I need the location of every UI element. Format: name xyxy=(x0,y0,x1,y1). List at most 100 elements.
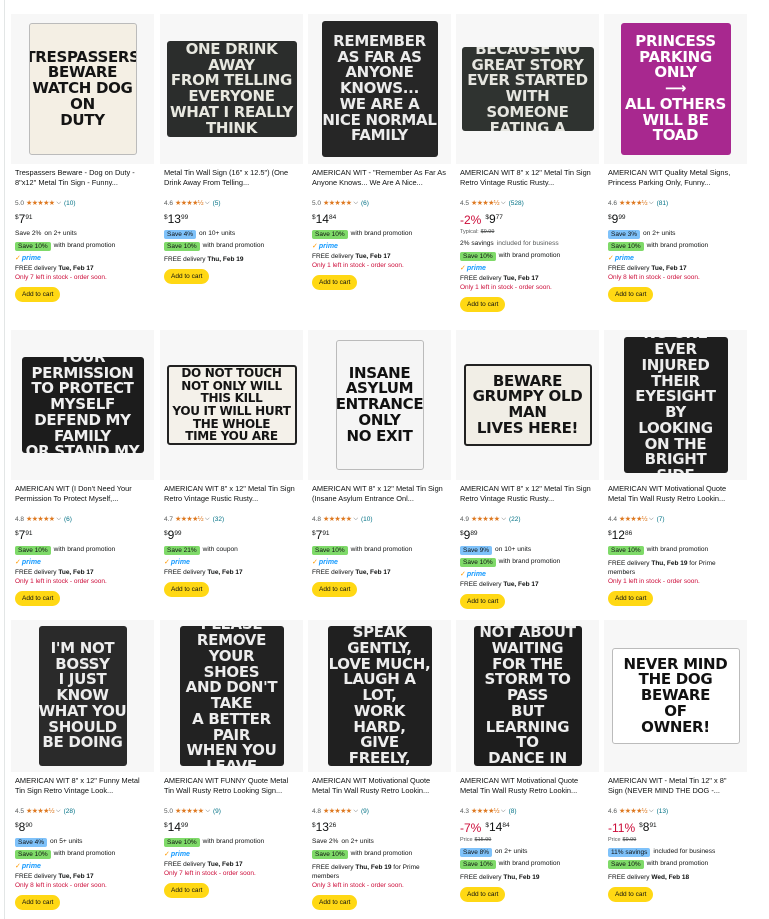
product-image[interactable]: DANGER DO NOT TOUCH NOT ONLY WILL THIS K… xyxy=(160,330,303,480)
price[interactable]: $9 99 xyxy=(608,213,743,227)
price[interactable]: -2% $9 77 xyxy=(460,213,595,228)
add-to-cart-button[interactable]: Add to cart xyxy=(164,269,210,284)
price[interactable]: $12 86 xyxy=(608,529,743,543)
price[interactable]: $13 26 xyxy=(312,821,447,835)
add-to-cart-button[interactable]: Add to cart xyxy=(460,594,506,609)
add-to-cart-button[interactable]: Add to cart xyxy=(15,287,61,302)
product-title-link[interactable]: AMERICAN WIT - Metal Tin 12" x 8" Sign (… xyxy=(608,776,743,806)
product-image[interactable]: BEWARE GRUMPY OLD MAN LIVES HERE! xyxy=(456,330,599,480)
review-count-link[interactable]: (9) xyxy=(361,807,369,816)
add-to-cart-button[interactable]: Add to cart xyxy=(460,297,506,312)
add-to-cart-button[interactable]: Add to cart xyxy=(312,895,358,910)
product-image[interactable]: PRINCESS PARKING ONLY ⟶ ALL OTHERS WILL … xyxy=(604,14,747,164)
chevron-down-icon[interactable]: ⌵ xyxy=(56,807,61,816)
star-icons[interactable]: ★★★★★ xyxy=(323,807,352,816)
chevron-down-icon[interactable]: ⌵ xyxy=(56,515,61,524)
review-count-link[interactable]: (5) xyxy=(213,199,221,208)
add-to-cart-button[interactable]: Add to cart xyxy=(460,887,506,902)
price[interactable]: -11% $8 91 xyxy=(608,821,743,836)
product-title-link[interactable]: AMERICAN WIT 8" x 12" Metal Tin Sign Ret… xyxy=(164,484,299,514)
star-icons[interactable]: ★★★★½ xyxy=(175,515,204,524)
add-to-cart-button[interactable]: Add to cart xyxy=(608,887,654,902)
product-title-link[interactable]: AMERICAN WIT 8" x 12" Metal Tin Sign Ret… xyxy=(460,168,595,198)
star-icons[interactable]: ★★★★★ xyxy=(175,807,204,816)
chevron-down-icon[interactable]: ⌵ xyxy=(205,515,210,524)
product-image[interactable]: I DON'T NEED YOUR PERMISSION TO PROTECT … xyxy=(11,330,154,480)
chevron-down-icon[interactable]: ⌵ xyxy=(501,199,506,208)
review-count-link[interactable]: (81) xyxy=(657,199,669,208)
product-image[interactable]: NEVER MIND THE DOG BEWARE OF OWNER! xyxy=(604,620,747,772)
add-to-cart-button[interactable]: Add to cart xyxy=(15,591,61,606)
add-to-cart-button[interactable]: Add to cart xyxy=(15,895,61,910)
star-icons[interactable]: ★★★★½ xyxy=(619,807,648,816)
chevron-down-icon[interactable]: ⌵ xyxy=(649,807,654,816)
product-title-link[interactable]: AMERICAN WIT - "Remember As Far As Anyon… xyxy=(312,168,447,198)
star-icons[interactable]: ★★★★½ xyxy=(619,199,648,208)
star-icons[interactable]: ★★★★½ xyxy=(26,807,55,816)
price[interactable]: $7 91 xyxy=(15,529,150,543)
star-icons[interactable]: ★★★★★ xyxy=(323,199,352,208)
star-icons[interactable]: ★★★★★ xyxy=(26,199,55,208)
product-title-link[interactable]: Metal Tin Wall Sign (16" x 12.5") (One D… xyxy=(164,168,299,198)
chevron-down-icon[interactable]: ⌵ xyxy=(353,515,358,524)
review-count-link[interactable]: (6) xyxy=(361,199,369,208)
product-title-link[interactable]: AMERICAN WIT 8" x 12" Metal Tin Sign (In… xyxy=(312,484,447,514)
add-to-cart-button[interactable]: Add to cart xyxy=(164,883,210,898)
add-to-cart-button[interactable]: Add to cart xyxy=(608,287,654,302)
product-image[interactable]: INSANE ASYLUM ENTRANCE ONLY NO EXIT xyxy=(308,330,451,480)
product-image[interactable]: LIFE IS NOT ABOUT WAITING FOR THE STORM … xyxy=(456,620,599,772)
price[interactable]: -7% $14 84 xyxy=(460,821,595,836)
product-title-link[interactable]: AMERICAN WIT FUNNY Quote Metal Tin Wall … xyxy=(164,776,299,806)
add-to-cart-button[interactable]: Add to cart xyxy=(312,275,358,290)
product-title-link[interactable]: AMERICAN WIT Quality Metal Signs, Prince… xyxy=(608,168,743,198)
product-title-link[interactable]: AMERICAN WIT Motivational Quote Metal Ti… xyxy=(460,776,595,806)
product-title-link[interactable]: AMERICAN WIT 8" x 12" Funny Metal Tin Si… xyxy=(15,776,150,806)
review-count-link[interactable]: (10) xyxy=(361,515,373,524)
product-title-link[interactable]: Trespassers Beware - Dog on Duty - 8"x12… xyxy=(15,168,150,198)
product-image[interactable]: ALCOHOL BECAUSE NO GREAT STORY EVER STAR… xyxy=(456,14,599,164)
chevron-down-icon[interactable]: ⌵ xyxy=(56,199,61,208)
chevron-down-icon[interactable]: ⌵ xyxy=(649,515,654,524)
price[interactable]: $9 89 xyxy=(460,529,595,543)
add-to-cart-button[interactable]: Add to cart xyxy=(608,591,654,606)
price[interactable]: $14 99 xyxy=(164,821,299,835)
review-count-link[interactable]: (32) xyxy=(213,515,225,524)
review-count-link[interactable]: (7) xyxy=(657,515,665,524)
chevron-down-icon[interactable]: ⌵ xyxy=(353,807,358,816)
star-icons[interactable]: ★★★★½ xyxy=(175,199,204,208)
review-count-link[interactable]: (13) xyxy=(657,807,669,816)
price[interactable]: $8 90 xyxy=(15,821,150,835)
review-count-link[interactable]: (28) xyxy=(64,807,76,816)
product-title-link[interactable]: AMERICAN WIT 8" x 12" Metal Tin Sign Ret… xyxy=(460,484,595,514)
review-count-link[interactable]: (8) xyxy=(509,807,517,816)
product-image[interactable]: TRESPASSERS BEWARE WATCH DOG ON DUTY xyxy=(11,14,154,164)
chevron-down-icon[interactable]: ⌵ xyxy=(501,807,506,816)
product-title-link[interactable]: AMERICAN WIT Motivational Quote Metal Ti… xyxy=(608,484,743,514)
product-image[interactable]: NO ONE EVER INJURED THEIR EYESIGHT BY LO… xyxy=(604,330,747,480)
product-image[interactable]: THINK DEEPLY, SPEAK GENTLY, LOVE MUCH, L… xyxy=(308,620,451,772)
add-to-cart-button[interactable]: Add to cart xyxy=(164,582,210,597)
star-icons[interactable]: ★★★★★ xyxy=(26,515,55,524)
review-count-link[interactable]: (10) xyxy=(64,199,76,208)
price[interactable]: $9 99 xyxy=(164,529,299,543)
review-count-link[interactable]: (9) xyxy=(213,807,221,816)
star-icons[interactable]: ★★★★★ xyxy=(323,515,352,524)
product-title-link[interactable]: AMERICAN WIT (I Don't Need Your Permissi… xyxy=(15,484,150,514)
chevron-down-icon[interactable]: ⌵ xyxy=(649,199,654,208)
review-count-link[interactable]: (22) xyxy=(509,515,521,524)
chevron-down-icon[interactable]: ⌵ xyxy=(501,515,506,524)
add-to-cart-button[interactable]: Add to cart xyxy=(312,582,358,597)
product-image[interactable]: REMEMBER AS FAR AS ANYONE KNOWS... WE AR… xyxy=(308,14,451,164)
chevron-down-icon[interactable]: ⌵ xyxy=(353,199,358,208)
star-icons[interactable]: ★★★★½ xyxy=(619,515,648,524)
star-icons[interactable]: ★★★★½ xyxy=(471,807,500,816)
price[interactable]: $13 99 xyxy=(164,213,299,227)
review-count-link[interactable]: (528) xyxy=(509,199,524,208)
product-title-link[interactable]: AMERICAN WIT Motivational Quote Metal Ti… xyxy=(312,776,447,806)
price[interactable]: $14 84 xyxy=(312,213,447,227)
star-icons[interactable]: ★★★★½ xyxy=(471,199,500,208)
product-image[interactable]: ONE DRINK AWAY FROM TELLING EVERYONE WHA… xyxy=(160,14,303,164)
product-image[interactable]: PLEASE REMOVE YOUR SHOES AND DON'T TAKE … xyxy=(160,620,303,772)
star-icons[interactable]: ★★★★★ xyxy=(471,515,500,524)
price[interactable]: $7 91 xyxy=(312,529,447,543)
